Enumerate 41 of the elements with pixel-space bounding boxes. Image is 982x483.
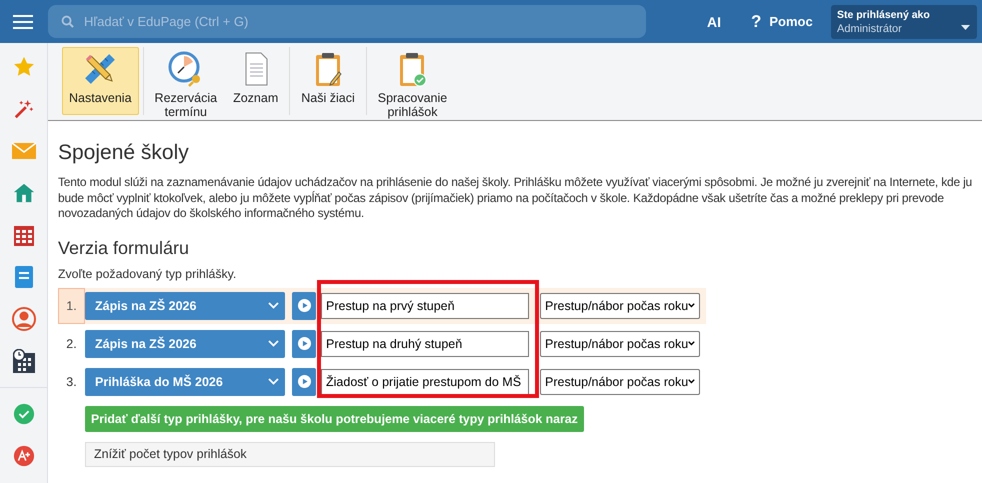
chevron-icon — [688, 340, 695, 347]
user-menu[interactable]: Ste prihlásený ako Administrátor — [831, 4, 977, 38]
name-input[interactable]: Prestup na druhý stupeň — [321, 330, 529, 356]
chevron-icon — [268, 340, 279, 347]
user-name: Administrátor — [837, 22, 902, 34]
chevron-icon — [688, 378, 695, 385]
chevron-icon — [268, 302, 279, 309]
chevron-icon — [688, 302, 695, 309]
row-number: 2. — [65, 336, 78, 352]
row-number: 3. — [65, 374, 78, 390]
reduce-button[interactable]: Znížiť počet typov prihlášok — [85, 442, 495, 466]
category-dropdown[interactable]: Prestup/nábor počas roku — [540, 330, 700, 356]
play-icon — [298, 337, 310, 350]
row-number: 1. — [58, 288, 85, 324]
name-input[interactable]: Prestup na prvý stupeň — [321, 292, 529, 318]
play-icon — [298, 299, 310, 312]
intro-text: Tento modul slúži na zaznamenávanie údajov uchádzačov na prihlásenie do našej školy. Prihlášku môžete využívať viacerými spôsobmi. Je možné ju zverejniť na Internete, kde ju bude môcť vyplniť ktokoľvek, alebo ju môžete vypĺňať počas zápisov (prijímačiek) priamo na počítačoch v škole. Každopádne však ušetríte čas a možné preklepy pri prevode novozadaných údajov do školského informačného systému. — [58, 175, 974, 222]
play-button[interactable] — [292, 330, 316, 358]
form-dropdown[interactable]: Zápis na ZŠ 2026 — [85, 292, 285, 320]
form-dropdown[interactable]: Zápis na ZŠ 2026 — [85, 330, 285, 358]
section-heading: Verzia formuláru — [58, 238, 190, 258]
form-dropdown[interactable]: Prihláška do MŠ 2026 — [85, 368, 285, 396]
toolbar-button[interactable]: Zoznam — [226, 47, 286, 115]
category-dropdown[interactable]: Prestup/nábor počas roku — [540, 292, 700, 318]
chevron-icon — [268, 378, 279, 385]
play-icon — [298, 375, 310, 388]
user-caption: Ste prihlásený ako — [837, 8, 931, 20]
caret-icon — [961, 24, 970, 30]
page-title: Spojené školy — [58, 141, 190, 165]
search-icon — [61, 15, 74, 28]
toolbar-button[interactable]: Nastavenia — [62, 47, 139, 115]
prompt-text: Zvoľte požadovaný typ prihlášky. — [58, 266, 238, 280]
category-dropdown[interactable]: Prestup/nábor počas roku — [540, 368, 700, 394]
play-button[interactable] — [292, 368, 316, 396]
toolbar-button[interactable]: Rezervácia termínu — [148, 47, 224, 115]
ai-button[interactable]: AI — [701, 14, 727, 30]
play-button[interactable] — [292, 292, 316, 320]
search-field[interactable]: Hľadať v EduPage (Ctrl + G) — [48, 5, 646, 38]
help-button[interactable]: ? Pomoc — [747, 12, 817, 32]
name-input[interactable]: Žiadosť o prijatie prestupom do MŠ — [321, 368, 529, 394]
toolbar-button[interactable]: Naši žiaci — [294, 47, 362, 115]
